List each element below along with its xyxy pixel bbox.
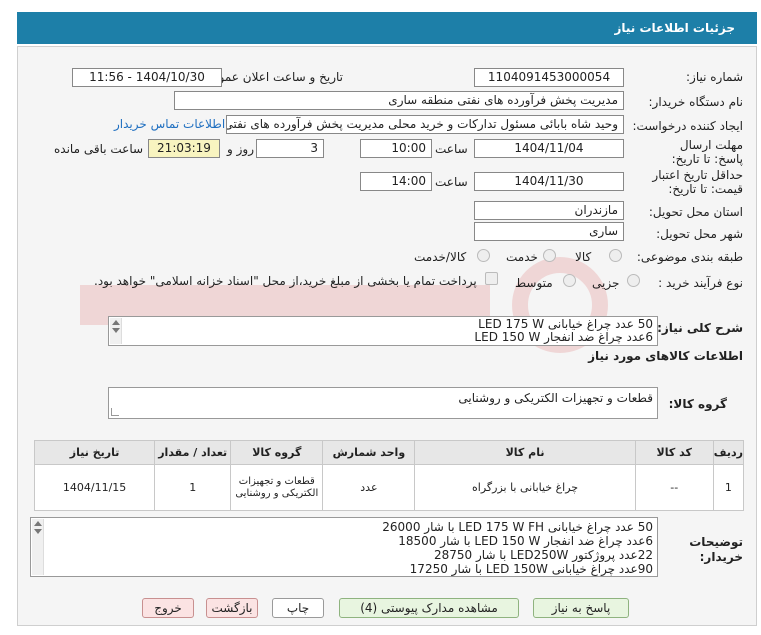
requester-field: وحید شاه بابائی مسئول تدارکات و خرید محل… bbox=[226, 115, 624, 134]
deadline-date-field: 1404/11/04 bbox=[474, 139, 624, 158]
cell-row: 1 bbox=[712, 464, 745, 511]
notes-line-4: 90عدد چراغ خیابانی LED 150W با شار 17250 bbox=[409, 562, 653, 576]
process-label: نوع فرآیند خرید : bbox=[658, 276, 743, 290]
description-line-2: 6عدد چراغ ضد انفجار LED 150 W bbox=[474, 330, 653, 344]
category-option-goods: کالا bbox=[575, 250, 592, 264]
view-attachments-button[interactable]: مشاهده مدارک پیوستی (4) bbox=[339, 598, 519, 618]
validity-time-label: ساعت bbox=[435, 175, 468, 189]
cell-qty: 1 bbox=[154, 464, 232, 511]
cell-group: قطعات و تجهیزات الکتریکی و روشنایی bbox=[230, 464, 324, 511]
announce-field: 1404/10/30 - 11:56 bbox=[72, 68, 222, 87]
cell-date: 1404/11/15 bbox=[33, 464, 156, 511]
col-group: گروه کالا bbox=[230, 440, 324, 465]
city-label: شهر محل تحویل: bbox=[656, 227, 743, 241]
reply-button[interactable]: پاسخ به نیاز bbox=[533, 598, 629, 618]
col-unit: واحد شمارش bbox=[322, 440, 416, 465]
goods-group-textarea[interactable]: قطعات و تجهیزات الکتریکی و روشنایی bbox=[108, 387, 658, 419]
province-label: استان محل تحویل: bbox=[648, 205, 743, 219]
process-radio-medium[interactable] bbox=[563, 274, 576, 287]
buyer-org-label: نام دستگاه خریدار: bbox=[648, 95, 744, 109]
page-title: جزئیات اطلاعات نیاز bbox=[614, 21, 735, 35]
days-label: روز و bbox=[227, 142, 254, 156]
notes-line-1: 50 عدد چراغ خیابانی LED 175 W FH با شار … bbox=[382, 520, 653, 534]
exit-button[interactable]: خروج bbox=[142, 598, 194, 618]
col-qty: تعداد / مقدار bbox=[154, 440, 232, 465]
scroll-down-icon[interactable] bbox=[112, 328, 120, 333]
category-radio-service[interactable] bbox=[543, 249, 556, 262]
need-number-field: 1104091453000054 bbox=[474, 68, 624, 87]
category-option-both: کالا/خدمت bbox=[414, 250, 467, 264]
description-scrollbar[interactable] bbox=[110, 318, 122, 344]
remaining-time-label: ساعت باقی مانده bbox=[54, 142, 144, 156]
remaining-time-field: 21:03:19 bbox=[148, 139, 220, 158]
description-label: شرح کلی نیاز: bbox=[657, 321, 743, 335]
buyer-org-field: مدیریت پخش فرآورده های نفتی منطقه ساری bbox=[174, 91, 624, 110]
city-field: ساری bbox=[474, 222, 624, 241]
col-row: ردیف bbox=[712, 440, 745, 465]
back-button[interactable]: بازگشت bbox=[206, 598, 258, 618]
items-table: ردیف کد کالا نام کالا واحد شمارش گروه کا… bbox=[33, 440, 745, 511]
cell-unit: عدد bbox=[322, 464, 416, 511]
deadline-label: مهلت ارسال پاسخ: تا تاریخ: bbox=[671, 138, 743, 166]
requester-label: ایجاد کننده درخواست: bbox=[632, 119, 743, 133]
treasury-checkbox[interactable] bbox=[485, 272, 498, 285]
buyer-notes-textarea[interactable]: 50 عدد چراغ خیابانی LED 175 W FH با شار … bbox=[30, 517, 658, 577]
treasury-note: پرداخت تمام یا بخشی از مبلغ خرید،از محل … bbox=[94, 274, 477, 288]
notes-line-2: 6عدد چراغ ضد انفجار LED 150 W با شار 185… bbox=[398, 534, 653, 548]
validity-time-field: 14:00 bbox=[360, 172, 432, 191]
table-row: 1 -- چراغ خیابانی با بزرگراه عدد قطعات و… bbox=[33, 464, 745, 511]
validity-label: حداقل تاریخ اعتبار قیمت: تا تاریخ: bbox=[652, 168, 743, 196]
process-radio-minor[interactable] bbox=[627, 274, 640, 287]
process-option-medium: متوسط bbox=[515, 276, 553, 290]
deadline-time-label: ساعت bbox=[435, 142, 468, 156]
deadline-time-field: 10:00 bbox=[360, 139, 432, 158]
print-button[interactable]: چاپ bbox=[272, 598, 324, 618]
notes-line-3: 22عدد پروژکتور LED250W با شار 28750 bbox=[433, 548, 653, 562]
goods-group-value: قطعات و تجهیزات الکتریکی و روشنایی bbox=[458, 391, 653, 405]
category-option-service: خدمت bbox=[506, 250, 538, 264]
notes-scrollbar[interactable] bbox=[32, 519, 44, 575]
cell-code: -- bbox=[634, 464, 714, 511]
scroll-up-icon[interactable] bbox=[34, 521, 42, 526]
buyer-contact-link[interactable]: اطلاعات تماس خریدار bbox=[114, 117, 225, 131]
cell-name: چراغ خیابانی با بزرگراه bbox=[414, 464, 636, 511]
goods-info-title: اطلاعات کالاهای مورد نیاز bbox=[588, 349, 743, 363]
goods-group-label: گروه کالا: bbox=[668, 397, 727, 411]
scroll-down-icon[interactable] bbox=[34, 529, 42, 534]
resize-handle-icon[interactable] bbox=[111, 408, 119, 416]
page-header: جزئیات اطلاعات نیاز bbox=[17, 12, 757, 44]
category-radio-goods[interactable] bbox=[609, 249, 622, 262]
description-textarea[interactable]: 50 عدد چراغ خیابانی LED 175 W 6عدد چراغ … bbox=[108, 316, 658, 346]
category-label: طبقه بندی موضوعی: bbox=[636, 250, 743, 264]
province-field: مازندران bbox=[474, 201, 624, 220]
validity-date-field: 1404/11/30 bbox=[474, 172, 624, 191]
days-field: 3 bbox=[256, 139, 324, 158]
need-number-label: شماره نیاز: bbox=[686, 70, 743, 84]
table-header-row: ردیف کد کالا نام کالا واحد شمارش گروه کا… bbox=[33, 440, 745, 465]
col-code: کد کالا bbox=[634, 440, 714, 465]
buyer-notes-label: توضیحات خریدار: bbox=[689, 535, 743, 564]
scroll-up-icon[interactable] bbox=[112, 320, 120, 325]
category-radio-both[interactable] bbox=[477, 249, 490, 262]
col-date: تاریخ نیاز bbox=[33, 440, 156, 465]
col-name: نام کالا bbox=[414, 440, 636, 465]
process-option-minor: جزیی bbox=[592, 276, 620, 290]
